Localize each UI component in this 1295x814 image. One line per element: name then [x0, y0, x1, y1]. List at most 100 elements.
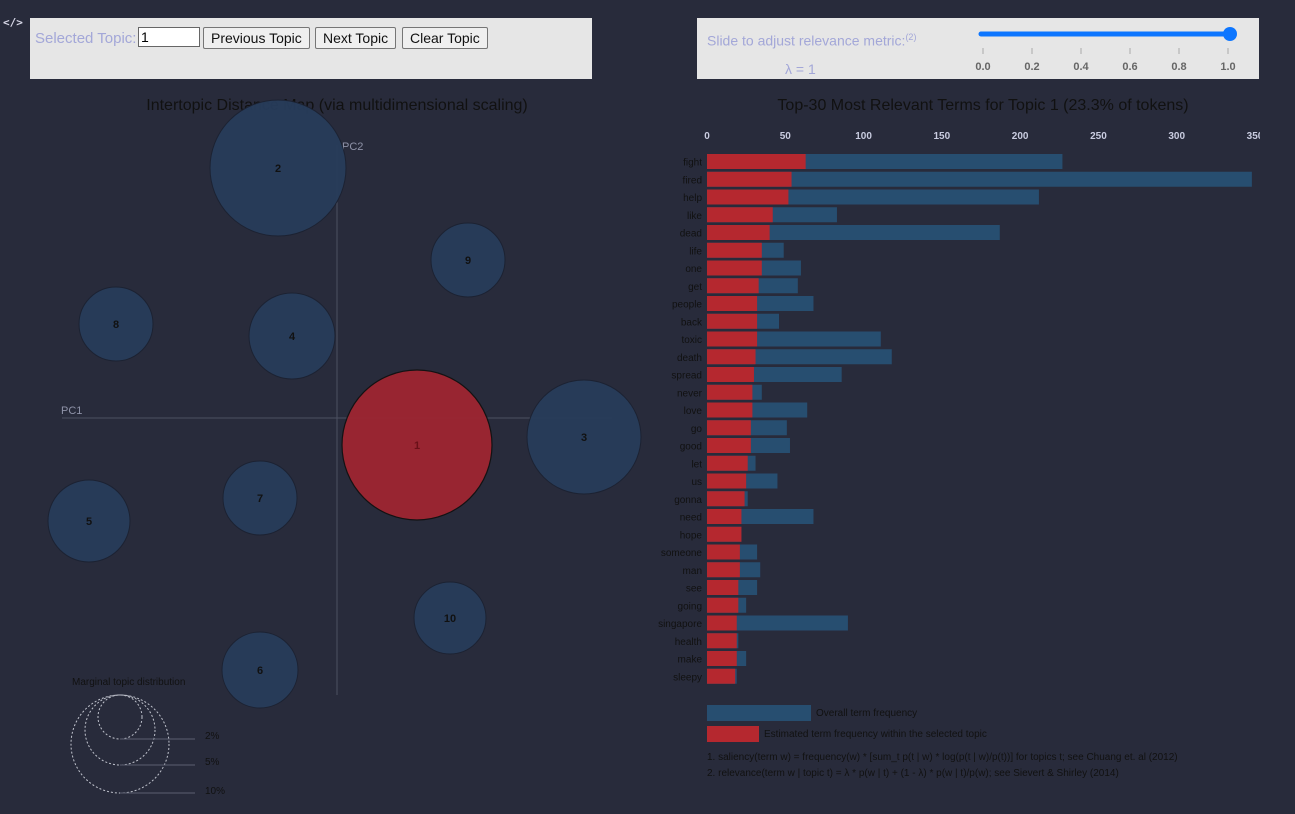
bar-topic	[707, 544, 740, 560]
term-row-going[interactable]: going	[678, 597, 747, 613]
bar-topic	[707, 207, 773, 223]
term-row-like[interactable]: like	[687, 207, 837, 223]
term-row-get[interactable]: get	[688, 278, 798, 294]
term-row-good[interactable]: good	[680, 438, 790, 453]
x-tick-label: 150	[934, 131, 951, 142]
topic-circle-1[interactable]: 1	[341, 369, 493, 521]
term-row-us[interactable]: us	[691, 473, 778, 489]
topic-circle-9[interactable]: 9	[430, 222, 506, 298]
term-row-sleepy[interactable]: sleepy	[673, 668, 737, 684]
term-row-people[interactable]: people	[672, 296, 814, 311]
topic-label: 9	[465, 255, 471, 267]
term-label: people	[672, 300, 702, 311]
term-row-one[interactable]: one	[685, 260, 801, 276]
previous-topic-button[interactable]: Previous Topic	[203, 27, 310, 49]
slider-tick-label: 0.6	[1122, 61, 1137, 73]
topic-circle-2[interactable]: 2	[209, 99, 347, 237]
next-topic-button[interactable]: Next Topic	[315, 27, 397, 49]
term-row-go[interactable]: go	[691, 420, 787, 436]
term-row-see[interactable]: see	[686, 580, 758, 595]
term-row-spread[interactable]: spread	[671, 367, 842, 382]
topic-label: 7	[257, 493, 263, 505]
bar-topic	[707, 384, 753, 400]
term-label: going	[678, 601, 702, 612]
term-row-hope[interactable]: hope	[680, 526, 742, 542]
legend-circle-5	[84, 694, 156, 766]
bar-topic	[707, 597, 739, 613]
clear-topic-button[interactable]: Clear Topic	[402, 27, 488, 49]
topic-circle-7[interactable]: 7	[222, 460, 298, 536]
term-row-back[interactable]: back	[681, 313, 780, 329]
term-label: sleepy	[673, 672, 702, 683]
bar-topic	[707, 491, 745, 507]
map-title: Intertopic Distance Map (via multidimens…	[146, 97, 528, 114]
term-row-death[interactable]: death	[677, 349, 892, 365]
topic-circle-10[interactable]: 10	[413, 581, 487, 655]
topic-circle-4[interactable]: 4	[248, 292, 336, 380]
slider-tick-label: 0.2	[1024, 61, 1039, 73]
term-row-toxic[interactable]: toxic	[681, 331, 881, 347]
bar-topic	[707, 313, 758, 329]
topic-circle-6[interactable]: 6	[221, 631, 299, 709]
term-label: one	[685, 264, 702, 275]
topic-label: 1	[414, 440, 420, 452]
selected-topic-input[interactable]	[138, 27, 200, 47]
term-row-help[interactable]: help	[683, 189, 1039, 205]
x-tick-label: 200	[1012, 131, 1029, 142]
bar-topic	[707, 455, 748, 471]
bar-topic	[707, 260, 762, 276]
term-label: love	[684, 406, 703, 417]
term-row-health[interactable]: health	[675, 633, 739, 649]
term-label: man	[683, 566, 702, 577]
relevance-slider-panel: Slide to adjust relevance metric:(2) λ =…	[697, 18, 1259, 79]
term-label: let	[691, 459, 702, 470]
bar-topic	[707, 509, 742, 524]
pc2-label: PC2	[342, 141, 363, 153]
term-row-love[interactable]: love	[684, 402, 808, 418]
term-row-fired[interactable]: fired	[683, 171, 1252, 187]
term-label: go	[691, 424, 703, 435]
relevance-slider-label: Slide to adjust relevance metric:(2)	[707, 32, 917, 49]
term-row-life[interactable]: life	[689, 242, 784, 258]
term-label: help	[683, 193, 702, 204]
code-icon[interactable]: </>	[3, 16, 23, 29]
bar-topic	[707, 615, 737, 631]
term-row-let[interactable]: let	[691, 455, 756, 471]
selected-topic-label: Selected Topic:	[35, 30, 137, 47]
bar-topic	[707, 154, 806, 169]
legend-label-2: 2%	[205, 731, 220, 742]
term-row-man[interactable]: man	[683, 562, 761, 578]
slider-tick-label: 0.0	[975, 61, 990, 73]
topic-circle-3[interactable]: 3	[526, 379, 642, 495]
legend-swatch-topic	[707, 726, 759, 742]
intertopic-distance-map: Intertopic Distance Map (via multidimens…	[47, 97, 642, 797]
bar-topic	[707, 526, 742, 542]
topic-label: 8	[113, 319, 119, 331]
topic-label: 4	[289, 331, 296, 343]
term-row-gonna[interactable]: gonna	[674, 491, 748, 507]
bar-topic	[707, 438, 751, 453]
bar-topic	[707, 651, 737, 666]
bar-topic	[707, 242, 762, 258]
topic-circle-5[interactable]: 5	[47, 479, 131, 563]
term-row-someone[interactable]: someone	[661, 544, 758, 560]
term-row-dead[interactable]: dead	[680, 225, 1000, 240]
bar-topic	[707, 402, 753, 418]
term-row-singapore[interactable]: singapore	[658, 615, 848, 631]
term-row-never[interactable]: never	[677, 384, 762, 400]
bar-topic	[707, 296, 758, 311]
relevance-slider[interactable]: 0.0 0.2 0.4 0.6 0.8 1.0	[967, 18, 1267, 79]
term-row-make[interactable]: make	[678, 651, 747, 666]
topic-circle-8[interactable]: 8	[78, 286, 154, 362]
marginal-legend-title: Marginal topic distribution	[72, 677, 185, 688]
term-row-fight[interactable]: fight	[683, 154, 1063, 169]
bar-topic	[707, 331, 758, 347]
term-row-need[interactable]: need	[680, 509, 814, 524]
pc1-label: PC1	[61, 405, 82, 417]
slider-thumb[interactable]	[1223, 27, 1237, 41]
term-label: life	[689, 246, 702, 257]
legend-label-overall: Overall term frequency	[816, 708, 917, 719]
topic-label: 10	[444, 613, 456, 625]
marginal-topic-legend: Marginal topic distribution 2% 5% 10%	[70, 677, 225, 797]
legend-label-10: 10%	[205, 786, 225, 797]
